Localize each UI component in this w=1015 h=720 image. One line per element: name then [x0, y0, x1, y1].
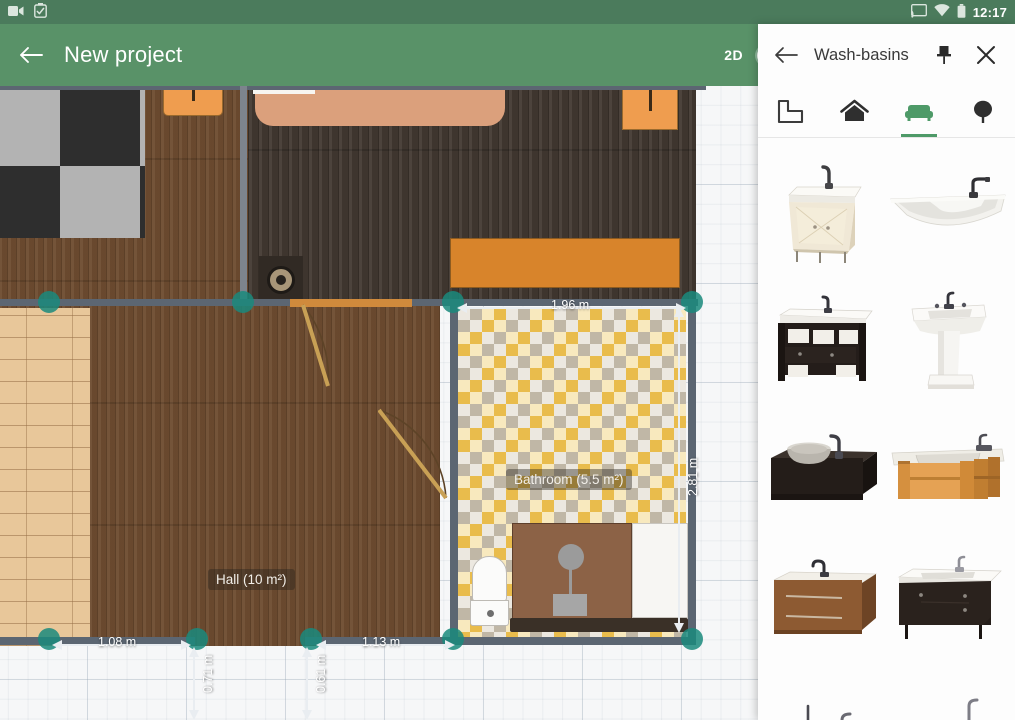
wifi-icon	[934, 4, 950, 20]
page-title: New project	[64, 42, 183, 67]
pin-icon[interactable]	[929, 40, 959, 70]
bathtub[interactable]	[512, 523, 632, 621]
bath-ledge	[510, 618, 688, 632]
dim-arrow	[674, 307, 684, 317]
toilet-tank[interactable]	[470, 600, 509, 626]
tiled-area-overlay	[0, 86, 145, 238]
dimension-label[interactable]: 2.81 m	[686, 458, 700, 496]
panel-title: Wash-basins	[814, 45, 909, 64]
dim-arrow	[674, 623, 684, 633]
brick-floor-area	[0, 308, 90, 646]
panel-back-icon[interactable]	[772, 41, 800, 69]
dim-arrow	[189, 710, 199, 720]
catalog-item-dark-red-flat-basin[interactable]	[762, 664, 887, 720]
hall-cabinet[interactable]	[163, 86, 223, 116]
dim-arrow	[52, 640, 62, 650]
catalog-item-white-pedestal-sink[interactable]	[887, 274, 1012, 404]
tab-outdoor[interactable]	[951, 86, 1015, 137]
dresser-unit[interactable]	[450, 238, 680, 288]
catalog-item-dark-legged-vanity[interactable]	[887, 534, 1012, 664]
room-label-bathroom[interactable]: Bathroom (5.5 m²)	[506, 469, 632, 490]
dim-arrow	[445, 640, 455, 650]
cast-icon	[910, 3, 927, 21]
status-bar-right-icons: 12:17	[910, 3, 1007, 21]
catalog-item-beige-vanity-cabinet-basin[interactable]	[762, 144, 887, 274]
battery-saver-icon	[34, 3, 47, 21]
catalog-grid[interactable]	[758, 138, 1015, 720]
catalog-item-rust-wood-drawer-vanity[interactable]	[762, 534, 887, 664]
dimension-label[interactable]: 1.96 m	[551, 298, 589, 312]
dim-arrow	[316, 640, 326, 650]
dim-arrow	[457, 303, 467, 313]
door-swing-arc-2	[378, 408, 448, 500]
room-label-hall[interactable]: Hall (10 m²)	[208, 569, 295, 590]
door-swing-arc	[301, 304, 330, 387]
video-camera-icon	[8, 5, 24, 20]
wall-node[interactable]	[232, 291, 254, 313]
speaker-unit[interactable]	[259, 256, 303, 304]
toilet-bowl[interactable]	[472, 556, 507, 602]
dimension-line[interactable]	[678, 312, 680, 630]
panel-header: Wash-basins	[758, 24, 1015, 86]
tab-furniture[interactable]	[887, 86, 951, 137]
close-icon[interactable]	[971, 40, 1001, 70]
catalog-item-dark-vanity-vessel-bowl[interactable]	[762, 404, 887, 534]
dimension-line[interactable]	[193, 652, 195, 714]
wardrobe-unit[interactable]	[622, 86, 678, 130]
wall-hall-bedroom[interactable]	[240, 86, 247, 303]
dimension-label[interactable]: 1.08 m	[98, 635, 136, 649]
dimension-label[interactable]: 0.71 m	[201, 655, 215, 693]
dimension-label[interactable]: 1.13 m	[362, 635, 400, 649]
dim-arrow	[302, 647, 312, 657]
dimension-line[interactable]	[306, 652, 308, 714]
catalog-item-dark-open-frame-vanity[interactable]	[762, 274, 887, 404]
dim-arrow	[189, 647, 199, 657]
tab-structure[interactable]	[822, 86, 886, 137]
mode-2d-label[interactable]: 2D	[724, 47, 743, 63]
battery-icon	[957, 3, 966, 21]
panel-tabs	[758, 86, 1015, 138]
dimension-label[interactable]: 0.61 m	[314, 655, 328, 693]
dim-arrow	[302, 710, 312, 720]
catalog-panel: Wash-basins	[758, 24, 1015, 720]
catalog-item-tan-wall-vanity-shelves[interactable]	[887, 404, 1012, 534]
status-bar: 12:17	[0, 0, 1015, 24]
back-arrow-icon[interactable]	[14, 38, 48, 72]
catalog-item-wall-mounted-white-basin[interactable]	[887, 144, 1012, 274]
wall-node[interactable]	[38, 291, 60, 313]
status-bar-left-icons	[8, 3, 47, 21]
catalog-item-tan-countertop-basin[interactable]	[887, 664, 1012, 720]
status-bar-clock: 12:17	[972, 4, 1007, 20]
wall-top[interactable]	[0, 86, 706, 90]
tab-floorplan[interactable]	[758, 86, 822, 137]
